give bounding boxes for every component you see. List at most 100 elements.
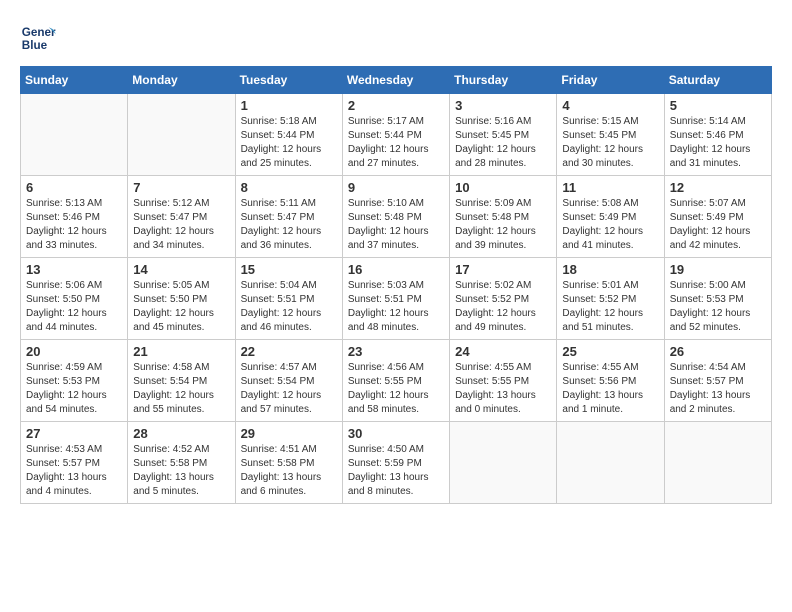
day-number: 2 [348, 98, 444, 113]
day-info: Sunrise: 5:17 AM Sunset: 5:44 PM Dayligh… [348, 115, 444, 171]
calendar-cell: 2 Sunrise: 5:17 AM Sunset: 5:44 PM Daylig… [342, 94, 449, 176]
calendar-cell: 29 Sunrise: 4:51 AM Sunset: 5:58 PM Dayli… [235, 422, 342, 504]
calendar-cell [664, 422, 771, 504]
day-number: 28 [133, 426, 229, 441]
calendar-cell: 26 Sunrise: 4:54 AM Sunset: 5:57 PM Dayli… [664, 340, 771, 422]
day-info: Sunrise: 4:53 AM Sunset: 5:57 PM Dayligh… [26, 443, 122, 499]
day-number: 11 [562, 180, 658, 195]
calendar-week-row: 1Sunrise: 5:18 AM Sunset: 5:44 PM Daylig… [21, 94, 772, 176]
svg-text:General: General [22, 26, 56, 39]
calendar-cell: 13Sunrise: 5:06 AM Sunset: 5:50 PM Dayli… [21, 258, 128, 340]
calendar-cell: 16Sunrise: 5:03 AM Sunset: 5:51 PM Dayli… [342, 258, 449, 340]
day-number: 15 [241, 262, 337, 277]
calendar-cell: 21Sunrise: 4:58 AM Sunset: 5:54 PM Dayli… [128, 340, 235, 422]
calendar-week-row: 27 Sunrise: 4:53 AM Sunset: 5:57 PM Dayli… [21, 422, 772, 504]
calendar-cell: 11Sunrise: 5:08 AM Sunset: 5:49 PM Dayli… [557, 176, 664, 258]
day-info: Sunrise: 4:52 AM Sunset: 5:58 PM Dayligh… [133, 443, 229, 499]
day-of-week-header: Sunday [21, 67, 128, 94]
day-info: Sunrise: 4:59 AM Sunset: 5:53 PM Dayligh… [26, 361, 122, 417]
day-info: Sunrise: 4:58 AM Sunset: 5:54 PM Dayligh… [133, 361, 229, 417]
day-of-week-header: Monday [128, 67, 235, 94]
day-number: 6 [26, 180, 122, 195]
day-number: 29 [241, 426, 337, 441]
day-info: Sunrise: 5:11 AM Sunset: 5:47 PM Dayligh… [241, 197, 337, 253]
calendar-cell: 30Sunrise: 4:50 AM Sunset: 5:59 PM Dayli… [342, 422, 449, 504]
calendar-week-row: 6 Sunrise: 5:13 AM Sunset: 5:46 PM Daylig… [21, 176, 772, 258]
day-of-week-header: Saturday [664, 67, 771, 94]
day-info: Sunrise: 5:06 AM Sunset: 5:50 PM Dayligh… [26, 279, 122, 335]
page-header: General Blue [20, 20, 772, 56]
day-number: 18 [562, 262, 658, 277]
calendar-cell: 22 Sunrise: 4:57 AM Sunset: 5:54 PM Dayli… [235, 340, 342, 422]
day-info: Sunrise: 5:07 AM Sunset: 5:49 PM Dayligh… [670, 197, 766, 253]
day-number: 27 [26, 426, 122, 441]
day-info: Sunrise: 5:01 AM Sunset: 5:52 PM Dayligh… [562, 279, 658, 335]
day-info: Sunrise: 5:18 AM Sunset: 5:44 PM Dayligh… [241, 115, 337, 171]
calendar-cell [450, 422, 557, 504]
day-number: 22 [241, 344, 337, 359]
day-of-week-header: Friday [557, 67, 664, 94]
calendar-cell [557, 422, 664, 504]
calendar-week-row: 13Sunrise: 5:06 AM Sunset: 5:50 PM Dayli… [21, 258, 772, 340]
day-number: 9 [348, 180, 444, 195]
calendar-cell [21, 94, 128, 176]
calendar-week-row: 20 Sunrise: 4:59 AM Sunset: 5:53 PM Dayli… [21, 340, 772, 422]
calendar-cell: 9 Sunrise: 5:10 AM Sunset: 5:48 PM Daylig… [342, 176, 449, 258]
day-info: Sunrise: 5:14 AM Sunset: 5:46 PM Dayligh… [670, 115, 766, 171]
day-info: Sunrise: 5:05 AM Sunset: 5:50 PM Dayligh… [133, 279, 229, 335]
calendar-cell: 23 Sunrise: 4:56 AM Sunset: 5:55 PM Dayli… [342, 340, 449, 422]
calendar-cell: 25 Sunrise: 4:55 AM Sunset: 5:56 PM Dayli… [557, 340, 664, 422]
day-number: 20 [26, 344, 122, 359]
calendar-cell: 14 Sunrise: 5:05 AM Sunset: 5:50 PM Dayli… [128, 258, 235, 340]
day-info: Sunrise: 5:15 AM Sunset: 5:45 PM Dayligh… [562, 115, 658, 171]
day-number: 5 [670, 98, 766, 113]
calendar-cell: 1Sunrise: 5:18 AM Sunset: 5:44 PM Daylig… [235, 94, 342, 176]
day-number: 23 [348, 344, 444, 359]
day-info: Sunrise: 4:57 AM Sunset: 5:54 PM Dayligh… [241, 361, 337, 417]
day-info: Sunrise: 4:51 AM Sunset: 5:58 PM Dayligh… [241, 443, 337, 499]
day-number: 25 [562, 344, 658, 359]
day-info: Sunrise: 4:50 AM Sunset: 5:59 PM Dayligh… [348, 443, 444, 499]
calendar-cell: 5 Sunrise: 5:14 AM Sunset: 5:46 PM Daylig… [664, 94, 771, 176]
day-info: Sunrise: 5:00 AM Sunset: 5:53 PM Dayligh… [670, 279, 766, 335]
svg-text:Blue: Blue [22, 39, 48, 52]
calendar-cell: 24Sunrise: 4:55 AM Sunset: 5:55 PM Dayli… [450, 340, 557, 422]
calendar-cell: 27 Sunrise: 4:53 AM Sunset: 5:57 PM Dayli… [21, 422, 128, 504]
calendar-cell [128, 94, 235, 176]
day-info: Sunrise: 5:13 AM Sunset: 5:46 PM Dayligh… [26, 197, 122, 253]
day-info: Sunrise: 5:10 AM Sunset: 5:48 PM Dayligh… [348, 197, 444, 253]
day-info: Sunrise: 5:09 AM Sunset: 5:48 PM Dayligh… [455, 197, 551, 253]
calendar-table: SundayMondayTuesdayWednesdayThursdayFrid… [20, 66, 772, 504]
calendar-cell: 12 Sunrise: 5:07 AM Sunset: 5:49 PM Dayli… [664, 176, 771, 258]
day-of-week-header: Thursday [450, 67, 557, 94]
day-number: 7 [133, 180, 229, 195]
logo-icon: General Blue [20, 20, 56, 56]
day-number: 19 [670, 262, 766, 277]
day-number: 26 [670, 344, 766, 359]
calendar-cell: 28 Sunrise: 4:52 AM Sunset: 5:58 PM Dayli… [128, 422, 235, 504]
day-info: Sunrise: 4:56 AM Sunset: 5:55 PM Dayligh… [348, 361, 444, 417]
day-of-week-header: Tuesday [235, 67, 342, 94]
day-number: 12 [670, 180, 766, 195]
day-number: 24 [455, 344, 551, 359]
day-number: 14 [133, 262, 229, 277]
day-info: Sunrise: 5:02 AM Sunset: 5:52 PM Dayligh… [455, 279, 551, 335]
logo: General Blue [20, 20, 56, 56]
day-number: 4 [562, 98, 658, 113]
day-info: Sunrise: 4:55 AM Sunset: 5:56 PM Dayligh… [562, 361, 658, 417]
calendar-header-row: SundayMondayTuesdayWednesdayThursdayFrid… [21, 67, 772, 94]
day-info: Sunrise: 4:54 AM Sunset: 5:57 PM Dayligh… [670, 361, 766, 417]
day-of-week-header: Wednesday [342, 67, 449, 94]
calendar-cell: 10Sunrise: 5:09 AM Sunset: 5:48 PM Dayli… [450, 176, 557, 258]
day-info: Sunrise: 5:04 AM Sunset: 5:51 PM Dayligh… [241, 279, 337, 335]
day-info: Sunrise: 5:12 AM Sunset: 5:47 PM Dayligh… [133, 197, 229, 253]
day-number: 17 [455, 262, 551, 277]
calendar-cell: 8Sunrise: 5:11 AM Sunset: 5:47 PM Daylig… [235, 176, 342, 258]
calendar-cell: 7 Sunrise: 5:12 AM Sunset: 5:47 PM Daylig… [128, 176, 235, 258]
day-info: Sunrise: 5:16 AM Sunset: 5:45 PM Dayligh… [455, 115, 551, 171]
calendar-cell: 4 Sunrise: 5:15 AM Sunset: 5:45 PM Daylig… [557, 94, 664, 176]
calendar-cell: 20 Sunrise: 4:59 AM Sunset: 5:53 PM Dayli… [21, 340, 128, 422]
calendar-cell: 17 Sunrise: 5:02 AM Sunset: 5:52 PM Dayli… [450, 258, 557, 340]
calendar-cell: 15 Sunrise: 5:04 AM Sunset: 5:51 PM Dayli… [235, 258, 342, 340]
day-number: 3 [455, 98, 551, 113]
